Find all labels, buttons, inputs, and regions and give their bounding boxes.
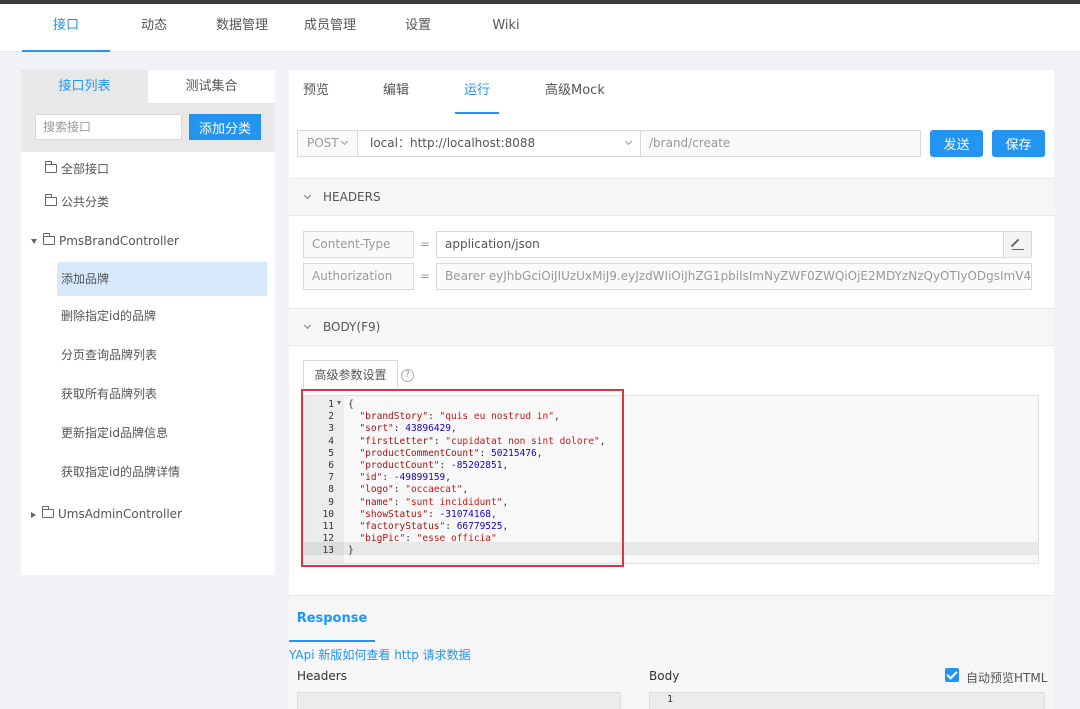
search-input[interactable] (35, 114, 182, 140)
tree-group-label: UmsAdminController (58, 507, 182, 521)
tab-preview[interactable]: 预览 (303, 70, 329, 112)
tree-item-label: 删除指定id的品牌 (61, 309, 156, 323)
tab-settings[interactable]: 设置 (374, 4, 462, 52)
request-bar: POST local：http://localhost:8088 /brand/… (297, 130, 921, 157)
response-body-label: Body (649, 669, 680, 683)
tree-item-label: 全部接口 (61, 162, 110, 176)
sidebar-tabs: 接口列表 测试集合 (21, 70, 275, 104)
tree-item-delete-brand[interactable]: 删除指定id的品牌 (61, 299, 156, 333)
tree-item-add-brand[interactable]: 添加品牌 (57, 262, 267, 296)
auto-preview-checkbox[interactable] (945, 668, 959, 682)
method-value: POST (307, 136, 339, 150)
send-button[interactable]: 发送 (930, 130, 983, 157)
edit-icon[interactable] (1003, 232, 1031, 257)
tab-edit[interactable]: 编辑 (383, 70, 409, 112)
tree-item-label: 获取指定id的品牌详情 (61, 465, 180, 479)
tree-item-brand-detail[interactable]: 获取指定id的品牌详情 (61, 455, 180, 489)
body-line-number: 1 (667, 694, 674, 705)
body-title: BODY(F9) (323, 320, 381, 334)
equals-sign: = (419, 237, 431, 251)
yapi-help-link[interactable]: YApi 新版如何查看 http 请求数据 (289, 646, 471, 663)
tab-run[interactable]: 运行 (455, 70, 500, 114)
project-tabs: 接口 动态 数据管理 成员管理 设置 Wiki (22, 4, 550, 52)
tab-interface-list[interactable]: 接口列表 (21, 70, 148, 104)
tree-group-pmsbrandcontroller[interactable]: PmsBrandController (31, 224, 179, 258)
header-key-input[interactable]: Content-Type (303, 231, 414, 258)
auto-preview-label: 自动预览HTML (966, 671, 1048, 685)
folder-icon (42, 506, 54, 518)
tree-group-umsadmincontroller[interactable]: UmsAdminController (31, 497, 182, 531)
interface-tree: 全部接口 公共分类 PmsBrandController 添加品牌 删除指定id… (21, 152, 275, 575)
tree-group-label: PmsBrandController (59, 234, 179, 248)
folder-icon (45, 161, 57, 173)
tree-item-public-category[interactable]: 公共分类 (45, 185, 109, 219)
chevron-down-icon (303, 191, 312, 200)
top-navigation-bar: 接口 动态 数据管理 成员管理 设置 Wiki (0, 0, 1080, 52)
tab-data-management[interactable]: 数据管理 (198, 4, 286, 52)
chevron-down-icon (624, 137, 633, 146)
method-select[interactable]: POST (298, 131, 358, 156)
tree-item-all-brands[interactable]: 获取所有品牌列表 (61, 377, 157, 411)
response-headers-label: Headers (297, 669, 347, 683)
caret-down-icon[interactable] (31, 239, 37, 244)
tree-item-update-brand[interactable]: 更新指定id品牌信息 (61, 416, 168, 450)
path-input[interactable]: /brand/create (641, 131, 920, 156)
header-key-input[interactable]: Authorization (303, 263, 414, 290)
header-value-input[interactable]: Bearer eyJhbGciOiJIUzUxMiJ9.eyJzdWIiOiJh… (436, 263, 1032, 290)
tree-item-brand-page-list[interactable]: 分页查询品牌列表 (61, 338, 157, 372)
response-body-box: 1 (649, 692, 1045, 709)
tab-advanced-mock[interactable]: 高级Mock (545, 70, 605, 112)
tree-item-all-interfaces[interactable]: 全部接口 (45, 152, 109, 186)
save-button[interactable]: 保存 (992, 130, 1045, 157)
help-icon[interactable]: ? (401, 369, 414, 382)
tree-item-label: 更新指定id品牌信息 (61, 426, 168, 440)
tree-item-label: 添加品牌 (61, 272, 110, 286)
chevron-down-icon (303, 321, 312, 330)
tab-test-collection[interactable]: 测试集合 (148, 70, 275, 104)
tab-activity[interactable]: 动态 (110, 4, 198, 52)
header-value-text: application/json (445, 237, 540, 251)
tree-item-label: 获取所有品牌列表 (61, 387, 158, 401)
body-section-header[interactable]: BODY(F9) (289, 308, 1054, 346)
equals-sign: = (419, 269, 431, 283)
advanced-params-button[interactable]: 高级参数设置 (303, 360, 398, 388)
headers-title: HEADERS (323, 190, 381, 204)
tree-item-label: 分页查询品牌列表 (61, 348, 158, 362)
interface-tabs: 预览 编辑 运行 高级Mock (289, 70, 1054, 114)
environment-value: local：http://localhost:8088 (370, 136, 536, 150)
tab-wiki[interactable]: Wiki (462, 4, 550, 52)
tab-member-management[interactable]: 成员管理 (286, 4, 374, 52)
header-value-input[interactable]: application/json (436, 231, 1032, 258)
tree-item-label: 公共分类 (61, 195, 110, 209)
chevron-down-icon (340, 137, 349, 146)
response-headers-box (297, 692, 621, 709)
response-section: Response YApi 新版如何查看 http 请求数据 Headers B… (289, 595, 1054, 709)
folder-open-icon (43, 233, 55, 245)
interface-sidebar: 接口列表 测试集合 添加分类 全部接口 公共分类 PmsBrandControl… (21, 70, 275, 575)
folder-icon (45, 194, 57, 206)
header-row: Content-Type = application/json (303, 231, 1032, 258)
tab-interface[interactable]: 接口 (22, 4, 110, 52)
header-row: Authorization = Bearer eyJhbGciOiJIUzUxM… (303, 263, 1032, 290)
environment-select[interactable]: local：http://localhost:8088 (358, 131, 641, 156)
highlight-annotation-box (301, 389, 624, 567)
caret-right-icon[interactable] (31, 511, 36, 518)
headers-section-header[interactable]: HEADERS (289, 178, 1054, 216)
tab-response[interactable]: Response (289, 596, 375, 642)
interface-detail-panel: 预览 编辑 运行 高级Mock POST local：http://localh… (289, 70, 1054, 709)
page-scrollbar[interactable] (1065, 70, 1080, 709)
add-category-button[interactable]: 添加分类 (189, 114, 261, 140)
